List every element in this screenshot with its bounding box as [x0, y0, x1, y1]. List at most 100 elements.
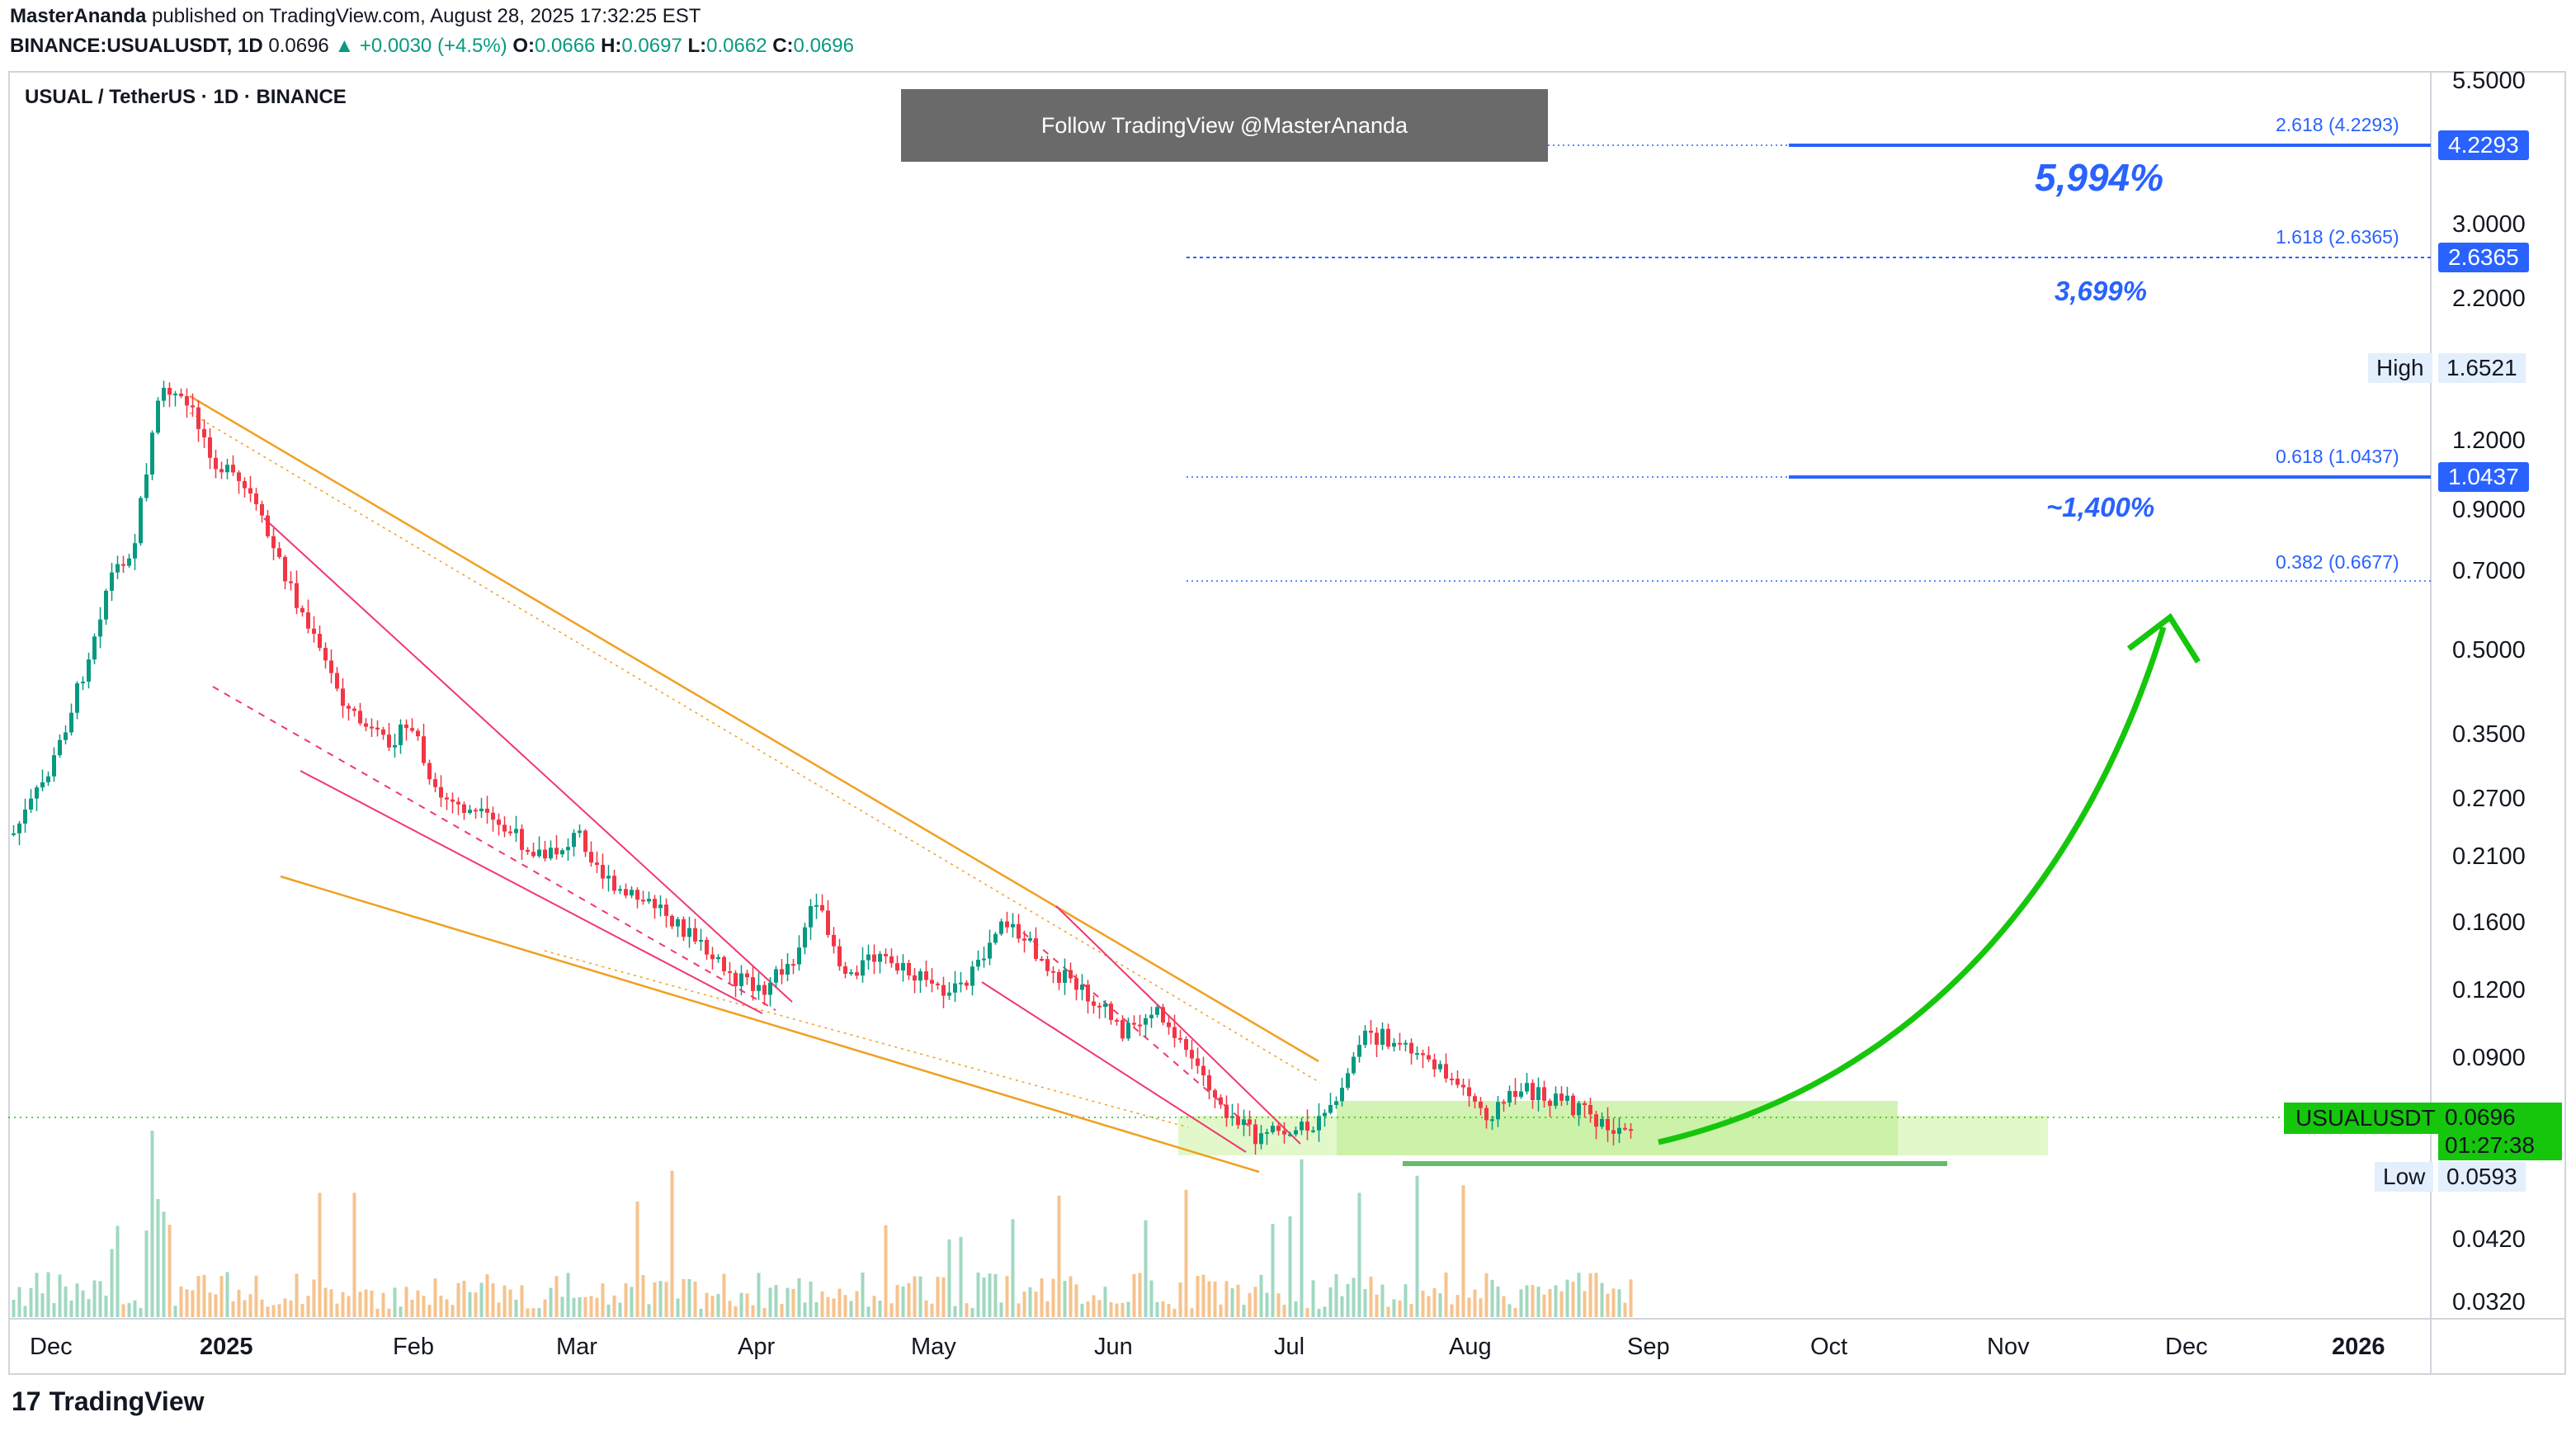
volume-bar	[543, 1299, 547, 1317]
candle-body	[1432, 1059, 1437, 1070]
volume-bar	[295, 1273, 299, 1317]
projection-arrowhead	[2126, 612, 2201, 664]
chart-title: USUAL / TetherUS · 1D · BINANCE	[25, 86, 347, 108]
volume-bar	[624, 1283, 628, 1317]
volume-bar	[693, 1282, 697, 1317]
candle-body	[1196, 1058, 1200, 1066]
volume-bar	[1086, 1301, 1090, 1317]
candle-body	[1259, 1133, 1263, 1145]
candle-body	[768, 982, 772, 995]
volume-bar	[1184, 1189, 1188, 1317]
volume-bar	[1519, 1289, 1523, 1317]
candle-body	[1224, 1104, 1229, 1118]
candle-body	[237, 472, 241, 481]
candle-body	[1554, 1093, 1558, 1106]
candle-body	[422, 736, 426, 763]
volume-bar	[173, 1306, 177, 1317]
candle-body	[1438, 1064, 1442, 1070]
candle-body	[1040, 958, 1044, 961]
candle-body	[837, 946, 842, 966]
candle-body	[786, 964, 790, 975]
candle-body	[451, 799, 455, 802]
candle-body	[549, 848, 553, 859]
volume-bar	[64, 1286, 68, 1317]
volume-bar	[1213, 1281, 1217, 1317]
volume-bar	[878, 1300, 882, 1317]
volume-bar	[1559, 1291, 1564, 1317]
candle-body	[884, 953, 888, 956]
volume-bar	[422, 1296, 426, 1317]
candle-body	[1513, 1091, 1517, 1098]
volume-bar	[1571, 1282, 1575, 1317]
candle-body	[1097, 1005, 1102, 1008]
volume-bar	[127, 1303, 131, 1317]
candle-body	[1155, 1007, 1159, 1015]
volume-bar	[1461, 1185, 1465, 1317]
candle-body	[1479, 1101, 1483, 1108]
price-tick: 2.2000	[2452, 286, 2526, 312]
time-tick: Aug	[1449, 1334, 1492, 1360]
candle-body	[514, 829, 518, 834]
candle-body	[341, 688, 345, 706]
volume-bar	[566, 1273, 570, 1317]
candle-body	[601, 865, 605, 879]
tradingview-footer[interactable]: 17 TradingView	[12, 1386, 205, 1417]
candle-body	[312, 628, 316, 635]
volume-bar	[433, 1278, 437, 1317]
volume-bar	[1305, 1307, 1309, 1317]
fib-label-2618: 2.618 (4.2293)	[2276, 114, 2399, 135]
volume-bar	[1594, 1273, 1598, 1317]
candle-body	[352, 708, 356, 711]
candle-body	[468, 810, 472, 814]
candle-body	[531, 852, 535, 857]
volume-bar	[884, 1225, 888, 1317]
volume-bar	[699, 1308, 703, 1317]
volume-bar	[757, 1273, 761, 1317]
candle-body	[606, 876, 611, 879]
candle-body	[1063, 970, 1067, 983]
candle-body	[705, 939, 709, 955]
chart-canvas[interactable]	[0, 0, 2576, 1431]
candle-body	[364, 723, 368, 727]
candle-body	[936, 983, 940, 985]
time-tick: Jun	[1094, 1334, 1133, 1360]
candle-body	[1236, 1116, 1240, 1126]
volume-bar	[445, 1299, 449, 1317]
candle-body	[1282, 1131, 1286, 1135]
volume-bar	[46, 1272, 50, 1317]
volume-bar	[924, 1300, 928, 1317]
candle-body	[993, 933, 998, 943]
volume-bar	[549, 1287, 553, 1317]
low-tag-value: 0.0593	[2438, 1162, 2526, 1192]
volume-bar	[1496, 1287, 1500, 1317]
candle-body	[1398, 1042, 1402, 1045]
candle-body	[167, 387, 172, 395]
candle-body	[1276, 1126, 1281, 1131]
candle-body	[266, 515, 270, 536]
volume-bar	[439, 1295, 443, 1317]
price-tick: 5.5000	[2452, 68, 2526, 94]
candle-body	[69, 712, 73, 733]
volume-bar	[832, 1298, 836, 1317]
volume-bar	[335, 1303, 339, 1317]
candle-body	[208, 437, 212, 458]
candle-body	[1080, 985, 1084, 990]
volume-bar	[1398, 1300, 1402, 1317]
follow-banner[interactable]: Follow TradingView @MasterAnanda	[901, 89, 1548, 162]
candle-body	[560, 850, 564, 855]
price-tick: 0.0320	[2452, 1289, 2526, 1315]
candle-body	[1132, 1022, 1136, 1025]
volume-bar	[462, 1280, 466, 1317]
volume-bar	[1155, 1301, 1159, 1317]
volume-bar	[1028, 1287, 1032, 1317]
price-tick: 0.1600	[2452, 909, 2526, 936]
candle-body	[1126, 1022, 1130, 1039]
volume-bar	[716, 1294, 720, 1317]
time-tick: Nov	[1987, 1334, 2030, 1360]
fib-price-tag-1618: 2.6365	[2438, 243, 2529, 272]
volume-bar	[583, 1296, 587, 1317]
volume-bar	[1617, 1289, 1621, 1317]
candle-body	[318, 634, 322, 649]
candle-body	[970, 966, 974, 986]
candle-body	[566, 847, 570, 851]
